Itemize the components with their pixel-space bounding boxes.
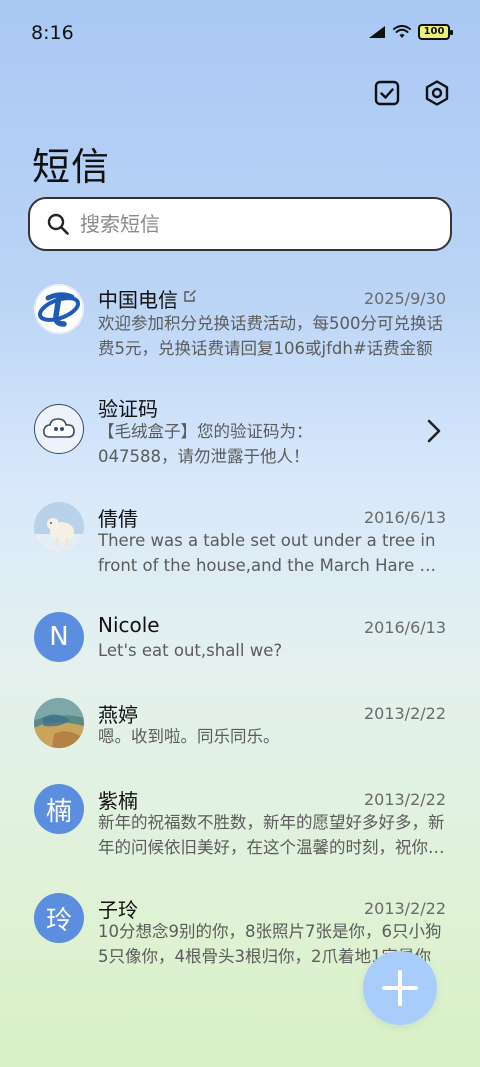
message-item-verification[interactable]: 验证码 【毛绒盒子】您的验证码为：047588，请勿泄露于他人！ <box>0 386 480 486</box>
contact-avatar: N <box>34 612 84 662</box>
wifi-icon <box>393 25 411 38</box>
checkbox-icon <box>374 80 400 106</box>
status-bar: 8:16 100 <box>0 0 480 66</box>
settings-button[interactable] <box>422 78 452 108</box>
status-icons: 100 <box>368 24 453 40</box>
external-link-icon <box>184 290 196 302</box>
message-item-yanting[interactable]: 燕婷 2013/2/22 嗯。收到啦。同乐同乐。 <box>0 696 480 766</box>
landscape-avatar <box>34 698 84 748</box>
sender-name: 验证码 <box>98 397 158 421</box>
chevron-right-icon[interactable] <box>426 418 442 444</box>
cloud-icon <box>34 404 84 454</box>
contact-avatar: 楠 <box>34 784 84 834</box>
message-preview: There was a table set out under a tree i… <box>98 531 441 575</box>
top-actions <box>372 78 452 108</box>
message-preview: 嗯。收到啦。同乐同乐。 <box>98 727 280 746</box>
select-checkbox-button[interactable] <box>372 78 402 108</box>
message-item-qianqian[interactable]: 倩倩 2016/6/13 There was a table set out u… <box>0 500 480 600</box>
message-preview: 新年的祝福数不胜数，新年的愿望好多好多，新年的问候依旧美好，在这个温馨的时刻，祝… <box>98 813 445 857</box>
battery-icon: 100 <box>418 24 453 40</box>
message-item-china-telecom[interactable]: 中国电信 2025/9/30 欢迎参加积分兑换话费活动，每500分可兑换话费5元… <box>0 278 480 378</box>
plus-icon <box>382 970 418 1006</box>
status-time: 8:16 <box>31 22 74 44</box>
new-message-button[interactable] <box>363 951 437 1025</box>
message-date: 2013/2/22 <box>363 899 446 918</box>
message-date: 2016/6/13 <box>363 508 446 527</box>
message-item-nicole[interactable]: N Nicole 2016/6/13 Let's eat out,shall w… <box>0 610 480 680</box>
message-preview: Let's eat out,shall we? <box>98 641 283 660</box>
message-preview: 欢迎参加积分兑换话费活动，每500分可兑换话费5元，兑换话费请回复106或jfd… <box>98 314 443 358</box>
china-telecom-logo <box>34 284 84 334</box>
message-date: 2025/9/30 <box>363 289 446 308</box>
contact-avatar: 玲 <box>34 893 84 943</box>
sender-name: Nicole <box>98 613 160 637</box>
search-icon <box>47 213 69 235</box>
search-input[interactable] <box>80 212 420 236</box>
message-item-zinan[interactable]: 楠 紫楠 2013/2/22 新年的祝福数不胜数，新年的愿望好多好多，新年的问候… <box>0 782 480 882</box>
message-preview: 【毛绒盒子】您的验证码为：047588，请勿泄露于他人！ <box>98 422 313 466</box>
polar-bear-avatar <box>34 502 84 552</box>
signal-icon <box>369 26 385 38</box>
message-date: 2016/6/13 <box>363 618 446 637</box>
gear-icon <box>425 80 449 106</box>
search-bar[interactable] <box>28 197 452 251</box>
message-date: 2013/2/22 <box>363 790 446 809</box>
page-title: 短信 <box>32 145 111 189</box>
message-date: 2013/2/22 <box>363 704 446 723</box>
sender-name: 中国电信 <box>98 288 178 312</box>
